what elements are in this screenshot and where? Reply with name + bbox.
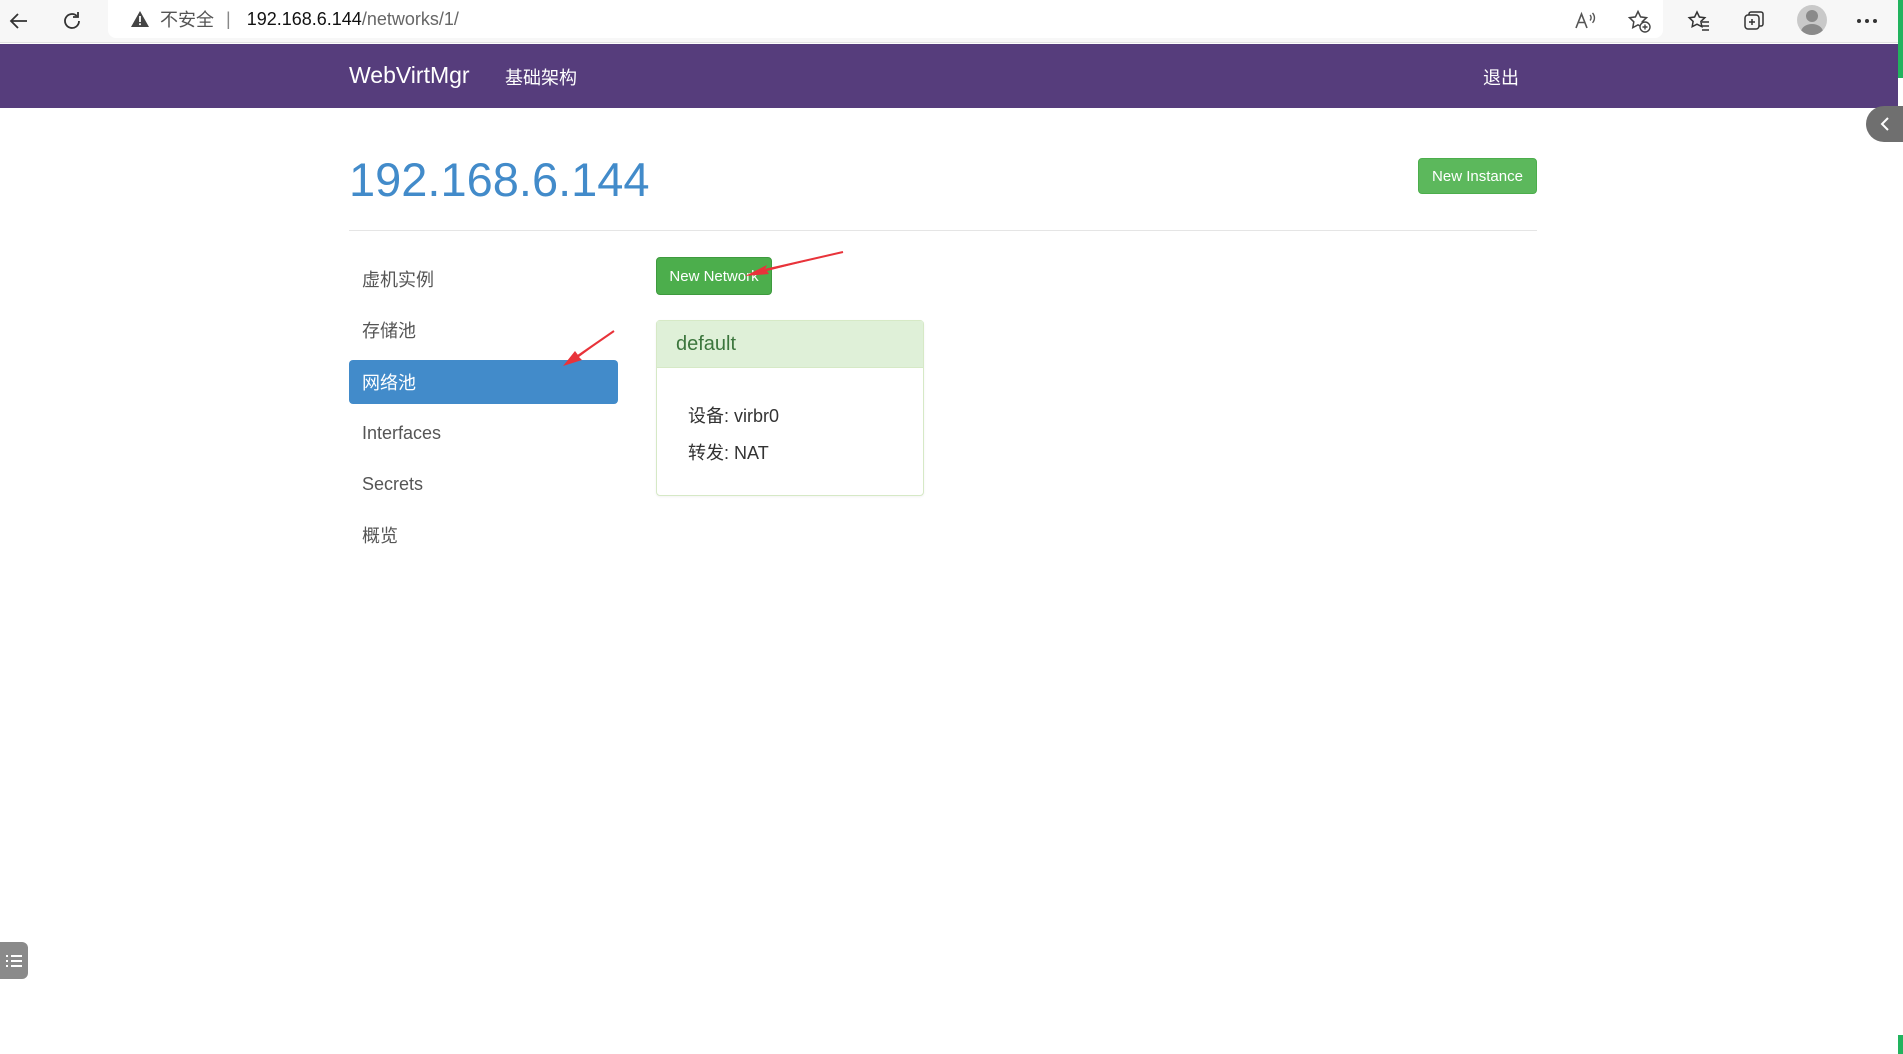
sidebar-item-label: Secrets [362, 473, 424, 494]
sidebar-item-secrets[interactable]: Secrets [349, 462, 618, 506]
sidebar-item-label: 存储池 [362, 321, 416, 341]
sidebar-item-networks[interactable]: 网络池 [349, 360, 618, 404]
more-options-icon[interactable] [1852, 6, 1882, 36]
header-divider [349, 230, 1537, 231]
sidebar-item-storage[interactable]: 存储池 [349, 308, 618, 352]
address-bar[interactable]: 不安全 | 192.168.6.144/networks/1/ [108, 0, 1663, 38]
favorite-add-icon[interactable] [1624, 6, 1654, 36]
sidebar-item-label: 网络池 [362, 373, 416, 393]
forward-value: NAT [734, 443, 769, 463]
favorites-icon[interactable] [1684, 6, 1714, 36]
nav-infrastructure[interactable]: 基础架构 [505, 64, 577, 90]
new-instance-button[interactable]: New Instance [1418, 158, 1537, 194]
warning-icon [131, 11, 149, 27]
back-arrow-icon[interactable] [4, 6, 34, 36]
logout-link[interactable]: 退出 [1483, 64, 1519, 90]
collapse-panel-tab[interactable] [1866, 106, 1903, 142]
device-label: 设备: [688, 406, 730, 426]
sidebar-item-overview[interactable]: 概览 [349, 513, 618, 557]
collections-icon[interactable] [1739, 6, 1769, 36]
profile-avatar-icon[interactable] [1797, 5, 1827, 35]
device-value: virbr0 [734, 406, 780, 426]
network-forward: 转发: NAT [688, 439, 769, 465]
browser-toolbar: 不安全 | 192.168.6.144/networks/1/ [0, 0, 1903, 43]
chevron-left-icon [1880, 117, 1889, 131]
sidebar-item-label: Interfaces [362, 422, 442, 443]
refresh-icon[interactable] [57, 6, 87, 36]
read-aloud-icon[interactable] [1570, 6, 1600, 36]
network-device: 设备: virbr0 [688, 402, 779, 428]
annotation-arrows [563, 251, 844, 366]
sidebar-item-label: 概览 [362, 526, 398, 546]
new-network-button[interactable]: New Network [656, 257, 772, 295]
page-title: 192.168.6.144 [349, 153, 650, 206]
sidebar-item-label: 虚机实例 [362, 270, 434, 290]
list-icon [6, 954, 22, 967]
insecure-label: 不安全 [160, 10, 214, 30]
brand-link[interactable]: WebVirtMgr [349, 62, 470, 89]
window-edge-indicator-bottom [1898, 1035, 1903, 1054]
address-separator: | [226, 8, 231, 29]
window-edge-indicator [1898, 0, 1903, 78]
network-panel-default[interactable]: default 设备: virbr0 转发: NAT [656, 320, 924, 496]
forward-label: 转发: [688, 443, 730, 463]
sidebar-item-instances[interactable]: 虚机实例 [349, 257, 618, 301]
url-path: /networks/1/ [361, 8, 459, 29]
url-host: 192.168.6.144 [246, 8, 362, 29]
network-name[interactable]: default [657, 321, 923, 368]
float-menu-button[interactable] [0, 942, 28, 979]
sidebar-item-interfaces[interactable]: Interfaces [349, 411, 618, 455]
top-navbar: WebVirtMgr 基础架构 退出 [0, 44, 1898, 108]
